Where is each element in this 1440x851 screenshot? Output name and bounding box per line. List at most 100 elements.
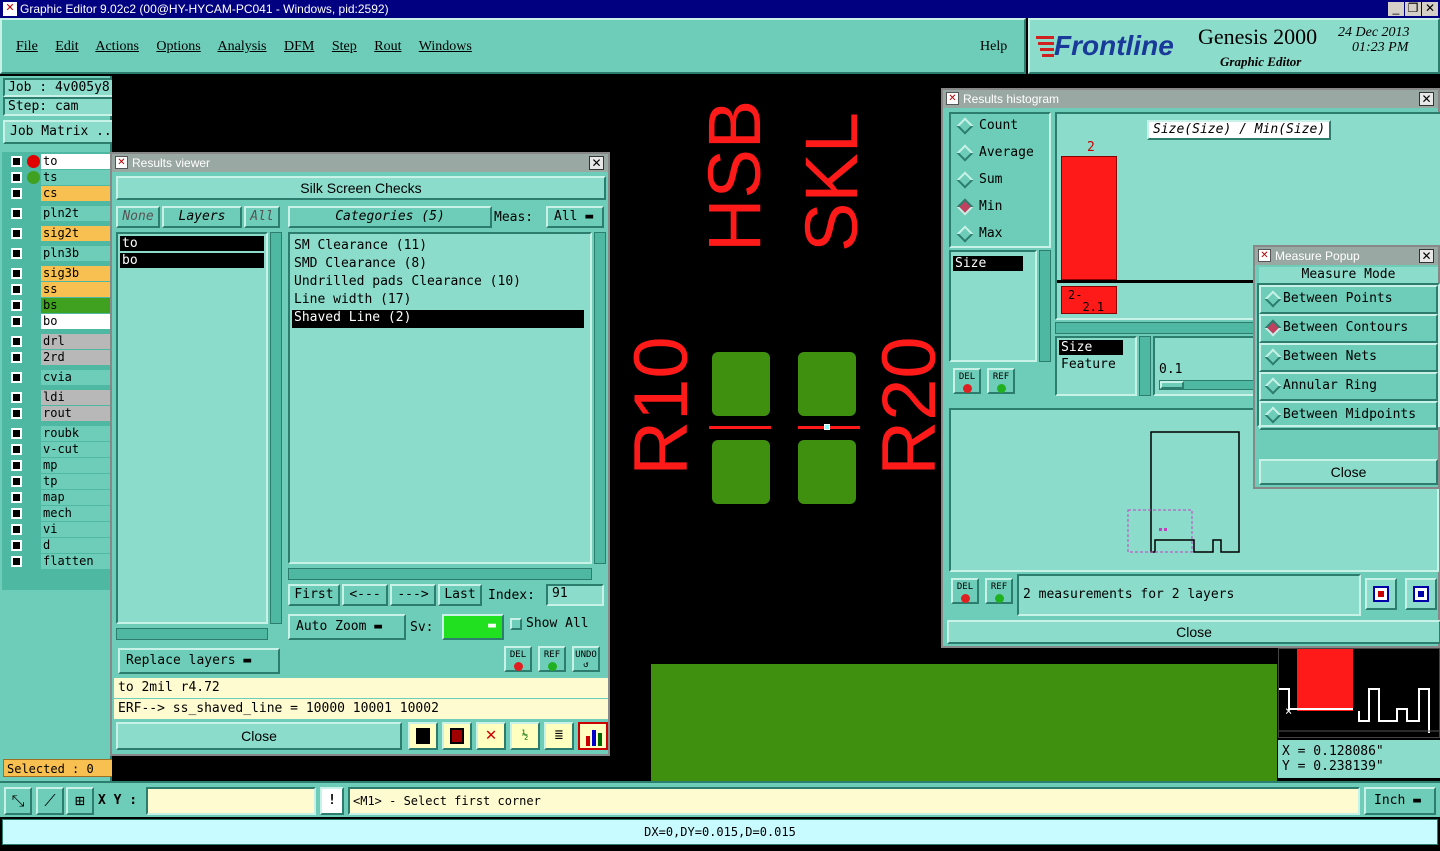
menu-rout[interactable]: Rout [374, 39, 401, 54]
layer-row-flatten[interactable]: flatten [7, 554, 111, 569]
category-item[interactable]: Shaved Line (2) [292, 310, 584, 328]
layer-row-cvia[interactable]: cvia [7, 370, 111, 385]
auto-zoom-dropdown[interactable]: Auto Zoom ▬ [288, 614, 406, 640]
show-all-checkbox[interactable] [510, 618, 522, 630]
option-sum[interactable]: Sum [951, 168, 1049, 195]
close-button[interactable]: Close [1259, 459, 1438, 485]
index-field[interactable]: 91 [546, 584, 604, 606]
last-button[interactable]: Last [438, 584, 482, 606]
layer-row-tp[interactable]: tp [7, 474, 111, 489]
layer-row-sig2t[interactable]: sig2t [7, 226, 111, 241]
layer-checkbox[interactable] [11, 408, 22, 419]
layer-row-map[interactable]: map [7, 490, 111, 505]
menu-windows[interactable]: Windows [419, 39, 472, 54]
list-item[interactable]: Feature [1059, 357, 1133, 372]
mode-between-midpoints[interactable]: Between Midpoints [1259, 401, 1438, 430]
layer-checkbox[interactable] [11, 172, 22, 183]
close-icon[interactable]: ✕ [589, 156, 604, 170]
layer-checkbox[interactable] [11, 476, 22, 487]
mode-between-points[interactable]: Between Points [1259, 285, 1438, 314]
menu-help[interactable]: Help [980, 39, 1007, 55]
category-item[interactable]: SMD Clearance (8) [292, 256, 588, 274]
list-item[interactable]: to [120, 236, 264, 251]
layer-checkbox[interactable] [11, 316, 22, 327]
list-item[interactable]: Size [953, 256, 1023, 271]
layer-row-bs[interactable]: bs [7, 298, 111, 313]
layer-checkbox[interactable] [11, 208, 22, 219]
cross-out-icon[interactable]: ✕ [476, 722, 506, 750]
ref-button[interactable]: REF [987, 368, 1015, 394]
chart-hscroll[interactable] [1055, 322, 1255, 334]
layer-row-vi[interactable]: vi [7, 522, 111, 537]
first-button[interactable]: First [288, 584, 340, 606]
zoom-to-icon[interactable] [1365, 578, 1397, 610]
menu-dfm[interactable]: DFM [284, 39, 314, 54]
del-button[interactable]: DEL [953, 368, 981, 394]
layer-checkbox[interactable] [11, 524, 22, 535]
number-list-icon[interactable]: ½ [510, 722, 540, 750]
layer-checkbox[interactable] [11, 492, 22, 503]
ref-button[interactable]: REF [538, 646, 566, 672]
layer-checkbox[interactable] [11, 372, 22, 383]
layer-checkbox[interactable] [11, 508, 22, 519]
highlight-icon[interactable] [442, 722, 472, 750]
layer-checkbox[interactable] [11, 188, 22, 199]
none-button[interactable]: None [116, 206, 160, 228]
layer-row-mech[interactable]: mech [7, 506, 111, 521]
next-button[interactable]: ---> [390, 584, 436, 606]
layer-checkbox[interactable] [11, 460, 22, 471]
layer-checkbox[interactable] [11, 392, 22, 403]
minimize-button[interactable]: _ [1388, 2, 1404, 16]
layer-row-to[interactable]: to [7, 154, 111, 169]
report-icon[interactable]: ≣ [544, 722, 574, 750]
menu-edit[interactable]: Edit [55, 39, 78, 54]
scale-slider[interactable] [1159, 380, 1259, 390]
all-button[interactable]: All [244, 206, 280, 228]
menu-analysis[interactable]: Analysis [218, 39, 267, 54]
layer-checkbox[interactable] [11, 248, 22, 259]
category-list-vscroll[interactable] [594, 232, 606, 564]
menu-step[interactable]: Step [332, 39, 357, 54]
option-average[interactable]: Average [951, 141, 1049, 168]
maximize-button[interactable]: ❐ [1405, 2, 1421, 16]
list-item[interactable]: Size [1059, 340, 1123, 355]
layer-swap-icon[interactable] [408, 722, 438, 750]
layer-list-vscroll[interactable] [270, 232, 282, 624]
grid-icon[interactable]: ⊞ [66, 787, 94, 815]
undo-button[interactable]: UNDO ↺ [572, 646, 600, 672]
mode-between-nets[interactable]: Between Nets [1259, 343, 1438, 372]
layer-row-pln3b[interactable]: pln3b [7, 246, 111, 261]
layer-row-pln2t[interactable]: pln2t [7, 206, 111, 221]
replace-layers-dropdown[interactable]: Replace layers ▬ [118, 648, 280, 674]
close-icon[interactable]: ✕ [1419, 92, 1434, 106]
layer-checkbox[interactable] [11, 284, 22, 295]
category-list-hscroll[interactable] [288, 568, 592, 580]
layer-checkbox[interactable] [11, 336, 22, 347]
layer-row-2rd[interactable]: 2rd [7, 350, 111, 365]
category-item[interactable]: Undrilled pads Clearance (10) [292, 274, 588, 292]
layer-checkbox[interactable] [11, 228, 22, 239]
alert-icon[interactable]: ! [320, 787, 344, 815]
category-item[interactable]: SM Clearance (11) [292, 238, 588, 256]
layer-checkbox[interactable] [11, 156, 22, 167]
layer-row-roubk[interactable]: roubk [7, 426, 111, 441]
layer-checkbox[interactable] [11, 540, 22, 551]
layer-checkbox[interactable] [11, 556, 22, 567]
mode-annular-ring[interactable]: Annular Ring [1259, 372, 1438, 401]
del-button[interactable]: DEL [951, 578, 979, 604]
option-max[interactable]: Max [951, 222, 1049, 249]
layer-row-sig3b[interactable]: sig3b [7, 266, 111, 281]
layer-row-rout[interactable]: rout [7, 406, 111, 421]
close-button[interactable]: Close [116, 722, 402, 750]
del-button[interactable]: DEL [504, 646, 532, 672]
size-list-vscroll[interactable] [1039, 250, 1051, 362]
layer-row-ts[interactable]: ts [7, 170, 111, 185]
selection-vscroll[interactable] [1139, 336, 1151, 396]
categories-button[interactable]: Categories (5) [288, 206, 492, 228]
layers-button[interactable]: Layers [162, 206, 242, 228]
option-min[interactable]: Min [951, 195, 1049, 222]
layer-row-mp[interactable]: mp [7, 458, 111, 473]
close-window-button[interactable]: ✕ [1422, 2, 1438, 16]
layer-checkbox[interactable] [11, 268, 22, 279]
list-item[interactable]: bo [120, 253, 264, 268]
